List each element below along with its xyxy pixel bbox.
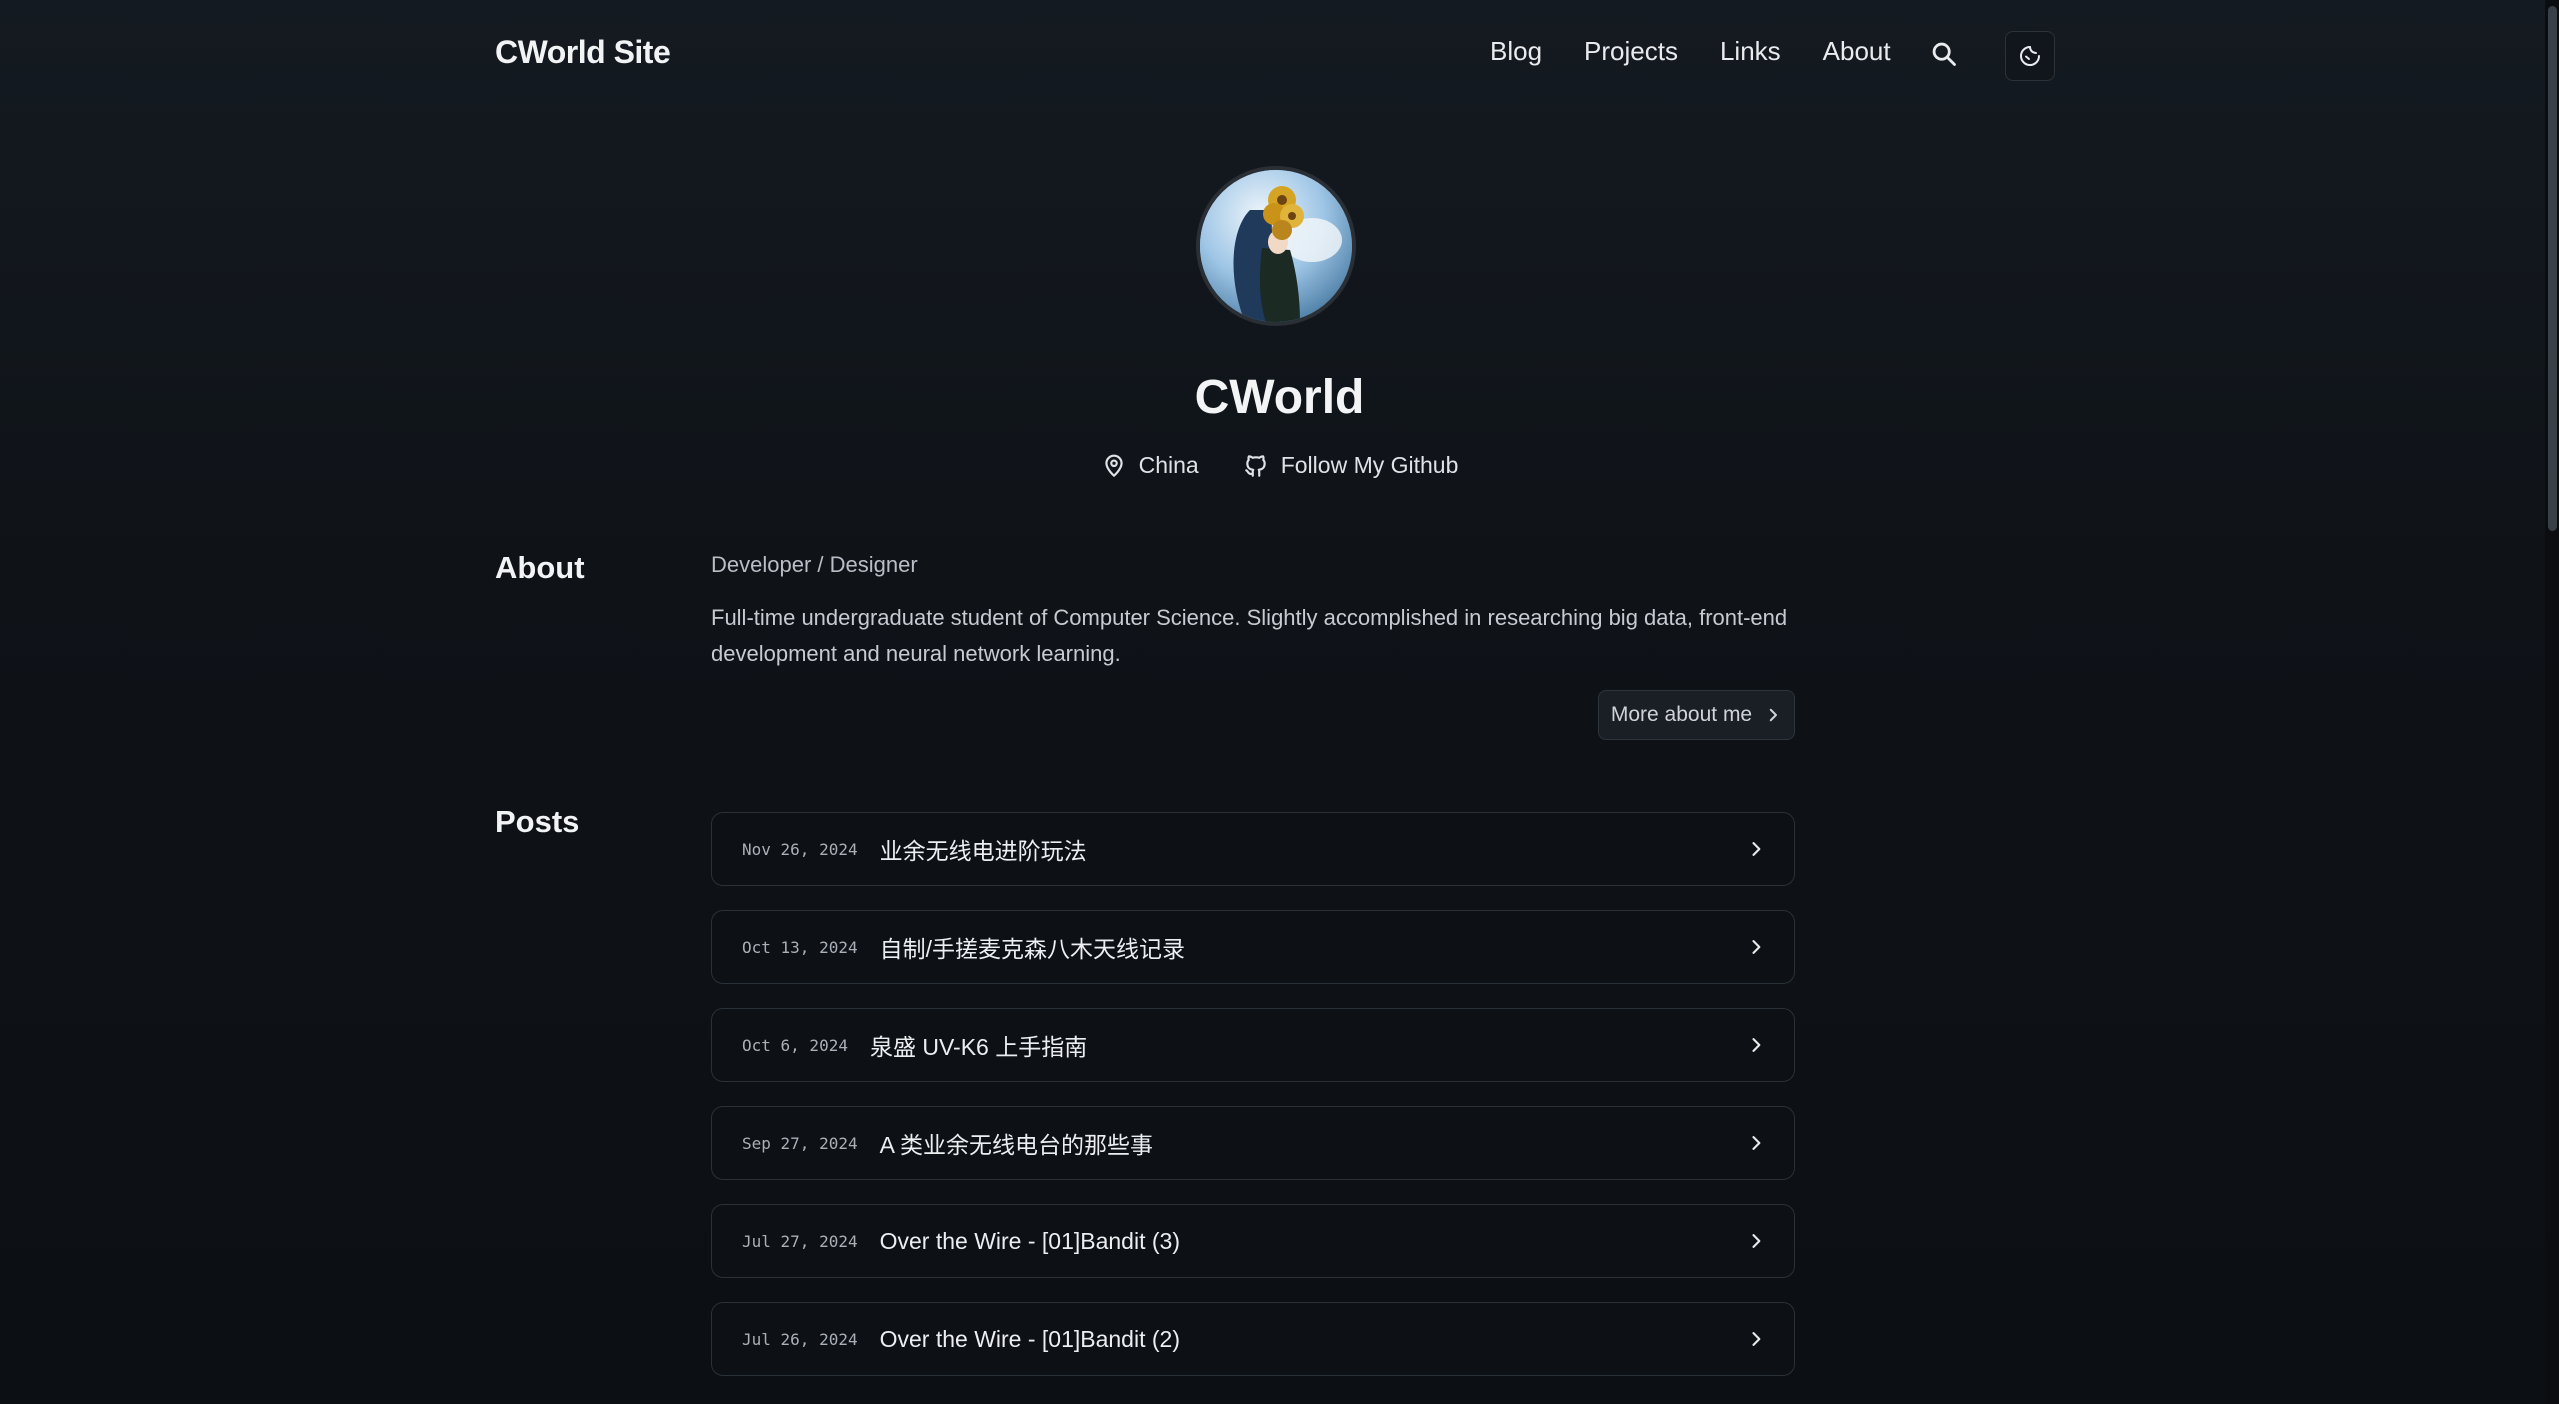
- github-link[interactable]: Follow My Github: [1243, 452, 1459, 479]
- post-title: A 类业余无线电台的那些事: [879, 1132, 1154, 1158]
- about-heading: About: [495, 550, 585, 585]
- post-item[interactable]: Nov 26, 2024 业余无线电进阶玩法: [711, 812, 1795, 886]
- chevron-right-icon: [1769, 708, 1778, 722]
- avatar-image: [1200, 170, 1352, 322]
- post-item[interactable]: Oct 6, 2024 泉盛 UV-K6 上手指南: [711, 1008, 1795, 1082]
- post-date: Sep 27, 2024: [742, 1133, 858, 1153]
- post-item[interactable]: Jul 27, 2024 Over the Wire - [01]Bandit …: [711, 1204, 1795, 1278]
- location-label: China: [1138, 452, 1199, 478]
- more-about-me-label: More about me: [1610, 703, 1753, 726]
- page: CWorld Site Blog Projects Links About CW…: [0, 0, 2559, 1404]
- chevron-right-icon: [1752, 1332, 1761, 1346]
- profile-meta: China Follow My Github: [0, 452, 2559, 479]
- theme-toggle-button[interactable]: [2005, 31, 2055, 81]
- scrollbar-thumb[interactable]: [2548, 6, 2557, 531]
- about-role: Developer / Designer: [711, 552, 918, 577]
- search-button[interactable]: [1930, 40, 1966, 76]
- scrollbar[interactable]: [2545, 0, 2559, 1404]
- profile-name: CWorld: [1194, 371, 1365, 424]
- github-label: Follow My Github: [1280, 452, 1459, 478]
- nav-item-links[interactable]: Links: [1720, 36, 1781, 67]
- avatar: [1196, 166, 1356, 326]
- post-title: 业余无线电进阶玩法: [879, 838, 1087, 864]
- chevron-right-icon: [1752, 1136, 1761, 1150]
- nav-item-blog[interactable]: Blog: [1490, 36, 1542, 67]
- chevron-right-icon: [1752, 842, 1761, 856]
- chevron-right-icon: [1752, 1234, 1761, 1248]
- github-icon: [1244, 454, 1266, 477]
- search-icon: [1932, 42, 1956, 66]
- chevron-right-icon: [1752, 940, 1761, 954]
- post-date: Oct 6, 2024: [742, 1035, 848, 1055]
- post-item[interactable]: Sep 27, 2024 A 类业余无线电台的那些事: [711, 1106, 1795, 1180]
- posts-heading: Posts: [495, 804, 580, 839]
- post-title: Over the Wire - [01]Bandit (2): [879, 1325, 1180, 1352]
- post-date: Oct 13, 2024: [742, 937, 858, 957]
- post-title: Over the Wire - [01]Bandit (3): [879, 1227, 1180, 1254]
- nav-item-projects[interactable]: Projects: [1584, 36, 1678, 67]
- location: China: [1101, 452, 1199, 479]
- post-date: Jul 26, 2024: [742, 1329, 858, 1349]
- post-date: Jul 27, 2024: [742, 1231, 858, 1251]
- post-item[interactable]: Jul 26, 2024 Over the Wire - [01]Bandit …: [711, 1302, 1795, 1376]
- chevron-right-icon: [1752, 1038, 1761, 1052]
- about-description: Full-time undergraduate student of Compu…: [711, 605, 1788, 666]
- post-date: Nov 26, 2024: [742, 839, 858, 859]
- nav-item-about[interactable]: About: [1823, 36, 1891, 67]
- map-pin-icon: [1104, 454, 1123, 477]
- post-list: Nov 26, 2024 业余无线电进阶玩法 Oct 13, 2024 自制/手…: [711, 812, 1795, 1400]
- post-title: 自制/手搓麦克森八木天线记录: [879, 936, 1185, 962]
- post-title: 泉盛 UV-K6 上手指南: [869, 1034, 1088, 1060]
- main-nav: Blog Projects Links About: [1490, 36, 1933, 67]
- moon-icon: [2020, 46, 2040, 66]
- more-about-me-button[interactable]: More about me: [1598, 690, 1795, 740]
- site-title[interactable]: CWorld Site: [495, 34, 671, 71]
- post-item[interactable]: Oct 13, 2024 自制/手搓麦克森八木天线记录: [711, 910, 1795, 984]
